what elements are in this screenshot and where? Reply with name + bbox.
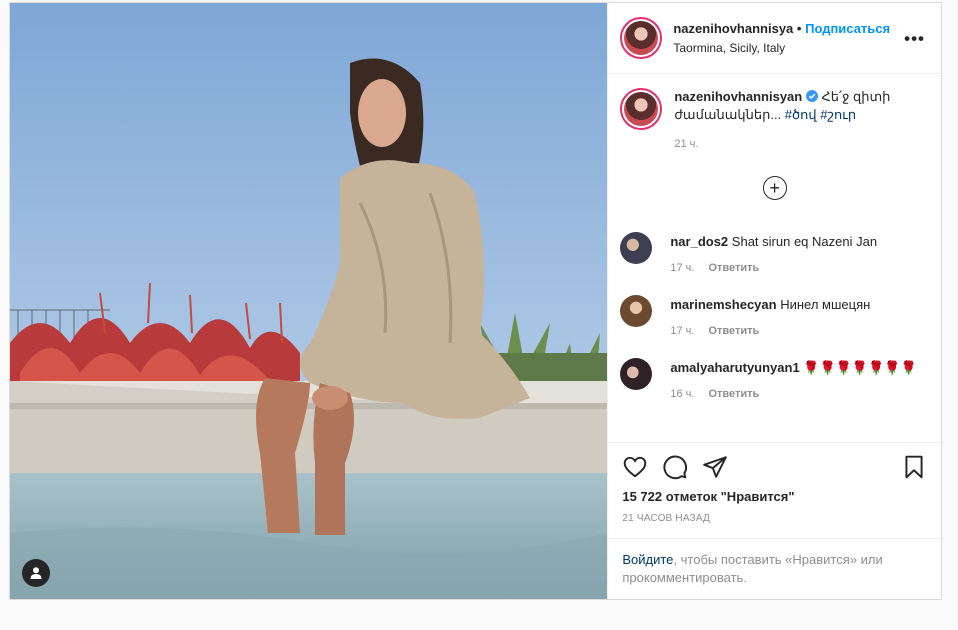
reply-button[interactable]: Ответить [708,262,759,274]
comment-time[interactable]: 17 ч. [670,325,694,337]
hashtag-sea[interactable]: #ծով [785,107,817,122]
caption: nazenihovhannisyan Հե՛ջ զիտի ժամանակներ.… [620,88,929,150]
reply-button[interactable]: Ответить [708,388,759,400]
commenter-avatar[interactable] [620,358,653,390]
caption-username[interactable]: nazenihovhannisyan [674,89,802,104]
comment-icon[interactable] [662,454,688,480]
comment-item: nar_dos2 Shat sirun eq Nazeni Jan 17 ч. О… [620,232,929,274]
bookmark-icon[interactable] [901,454,927,480]
post-timestamp[interactable]: 21 часов назад [622,513,927,524]
comment-text: Нинел мшецян [780,297,871,312]
commenter-avatar[interactable] [620,232,653,264]
post-container: nazenihovhannisya • Подписаться Taormina… [9,2,942,600]
login-prompt: Войдите, чтобы поставить «Нравится» или … [608,538,941,599]
post-photo[interactable] [10,3,608,599]
comment-time[interactable]: 16 ч. [670,388,694,400]
comment-item: amalyaharutyunyan1 🌹🌹🌹🌹🌹🌹🌹 16 ч. Ответить [620,358,929,400]
user-tag-button[interactable] [22,559,50,587]
follow-button[interactable]: Подписаться [805,21,890,36]
share-icon[interactable] [702,454,728,480]
photo-image [10,3,608,599]
user-tag-icon [30,567,42,579]
post-location[interactable]: Taormina, Sicily, Italy [673,40,890,56]
comment-text: Shat sirun eq Nazeni Jan [731,234,878,249]
more-icon[interactable]: ••• [904,29,925,49]
plus-circle-icon[interactable]: + [762,176,787,200]
commenter-avatar[interactable] [620,295,653,327]
action-bar: 15 722 отметок "Нравится" 21 часов назад [608,442,941,538]
heart-icon[interactable] [622,454,648,480]
caption-avatar[interactable] [620,88,663,130]
login-link[interactable]: Войдите [622,552,673,567]
verified-icon [805,90,818,102]
caption-time[interactable]: 21 ч. [674,138,698,150]
commenter-username[interactable]: amalyaharutyunyan1 [670,360,799,375]
comment-item: marinemshecyan Нинел мшецян 17 ч. Ответит… [620,295,929,337]
post-sidebar: nazenihovhannisya • Подписаться Taormina… [607,3,941,599]
comment-text: 🌹🌹🌹🌹🌹🌹🌹 [803,360,917,375]
hashtag-water[interactable]: #շուր [820,107,856,122]
load-more: + [620,176,929,200]
comments-section: nazenihovhannisyan Հե՛ջ զիտի ժամանակներ.… [608,74,941,442]
header-separator: • [796,21,802,36]
likes-count[interactable]: 15 722 отметок "Нравится" [622,489,927,504]
commenter-username[interactable]: nar_dos2 [670,234,728,249]
comment-time[interactable]: 17 ч. [670,262,694,274]
commenter-username[interactable]: marinemshecyan [670,297,776,312]
author-username[interactable]: nazenihovhannisya [673,21,793,36]
reply-button[interactable]: Ответить [708,325,759,337]
author-avatar[interactable] [620,17,663,59]
post-header: nazenihovhannisya • Подписаться Taormina… [608,3,941,74]
